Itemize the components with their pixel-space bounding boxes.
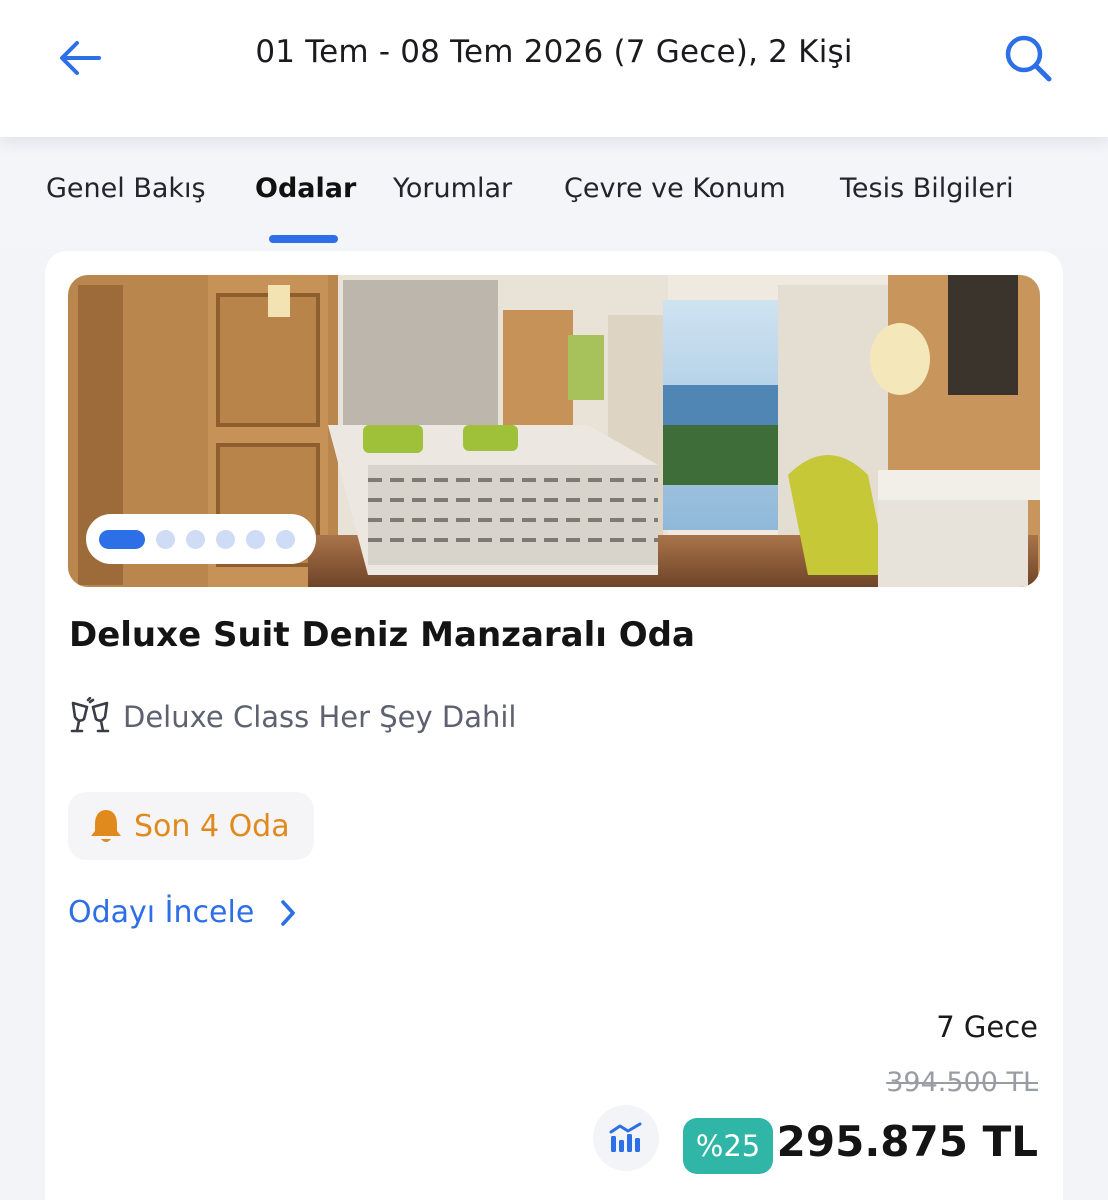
availability-label: Son 4 Oda	[134, 808, 290, 844]
inspect-room-label[interactable]: Odayı İncele	[68, 895, 254, 930]
original-price: 394.500 TL	[886, 1067, 1038, 1098]
back-button[interactable]	[52, 32, 108, 84]
search-icon	[1005, 35, 1052, 82]
final-price: 295.875 TL	[776, 1117, 1038, 1166]
room-photo-carousel[interactable]	[68, 275, 1040, 587]
cheers-glasses-icon	[70, 697, 110, 733]
nights-label: 7 Gece	[936, 1010, 1038, 1044]
top-bar: 01 Tem - 08 Tem 2026 (7 Gece), 2 Kişi	[0, 0, 1108, 137]
arrow-left-icon	[60, 41, 101, 75]
tab-rooms[interactable]: Odalar	[255, 173, 356, 204]
price-history-button[interactable]	[593, 1105, 659, 1171]
board-type-label: Deluxe Class Her Şey Dahil	[123, 700, 517, 734]
photo-pager-dot[interactable]	[99, 529, 145, 549]
tab-reviews[interactable]: Yorumlar	[393, 173, 512, 204]
discount-badge: %25	[683, 1118, 773, 1174]
photo-pager-dot[interactable]	[186, 529, 205, 549]
photo-pager-dot[interactable]	[216, 529, 235, 549]
section-tabs: Genel Bakış Odalar Yorumlar Çevre ve Kon…	[0, 137, 1108, 249]
bell-icon	[91, 810, 121, 842]
photo-pager-dot[interactable]	[156, 529, 175, 549]
tab-overview[interactable]: Genel Bakış	[46, 173, 206, 204]
tab-location[interactable]: Çevre ve Konum	[564, 173, 786, 204]
photo-pager-dot[interactable]	[246, 529, 265, 549]
search-button[interactable]	[998, 28, 1058, 88]
stay-summary-title[interactable]: 01 Tem - 08 Tem 2026 (7 Gece), 2 Kişi	[130, 34, 978, 70]
board-type: Deluxe Class Her Şey Dahil	[67, 697, 516, 737]
price-chart-icon	[609, 1122, 642, 1152]
room-card: Deluxe Suit Deniz Manzaralı Oda Deluxe C…	[45, 251, 1063, 1200]
inspect-room-link[interactable]: Odayı İncele	[68, 895, 296, 930]
tab-facility-info[interactable]: Tesis Bilgileri	[840, 173, 1014, 204]
photo-pager-dot[interactable]	[276, 529, 295, 549]
room-name: Deluxe Suit Deniz Manzaralı Oda	[69, 615, 695, 655]
photo-pager[interactable]	[86, 514, 316, 564]
availability-badge: Son 4 Oda	[68, 792, 314, 860]
active-tab-indicator	[269, 235, 338, 243]
chevron-right-icon	[281, 899, 296, 926]
